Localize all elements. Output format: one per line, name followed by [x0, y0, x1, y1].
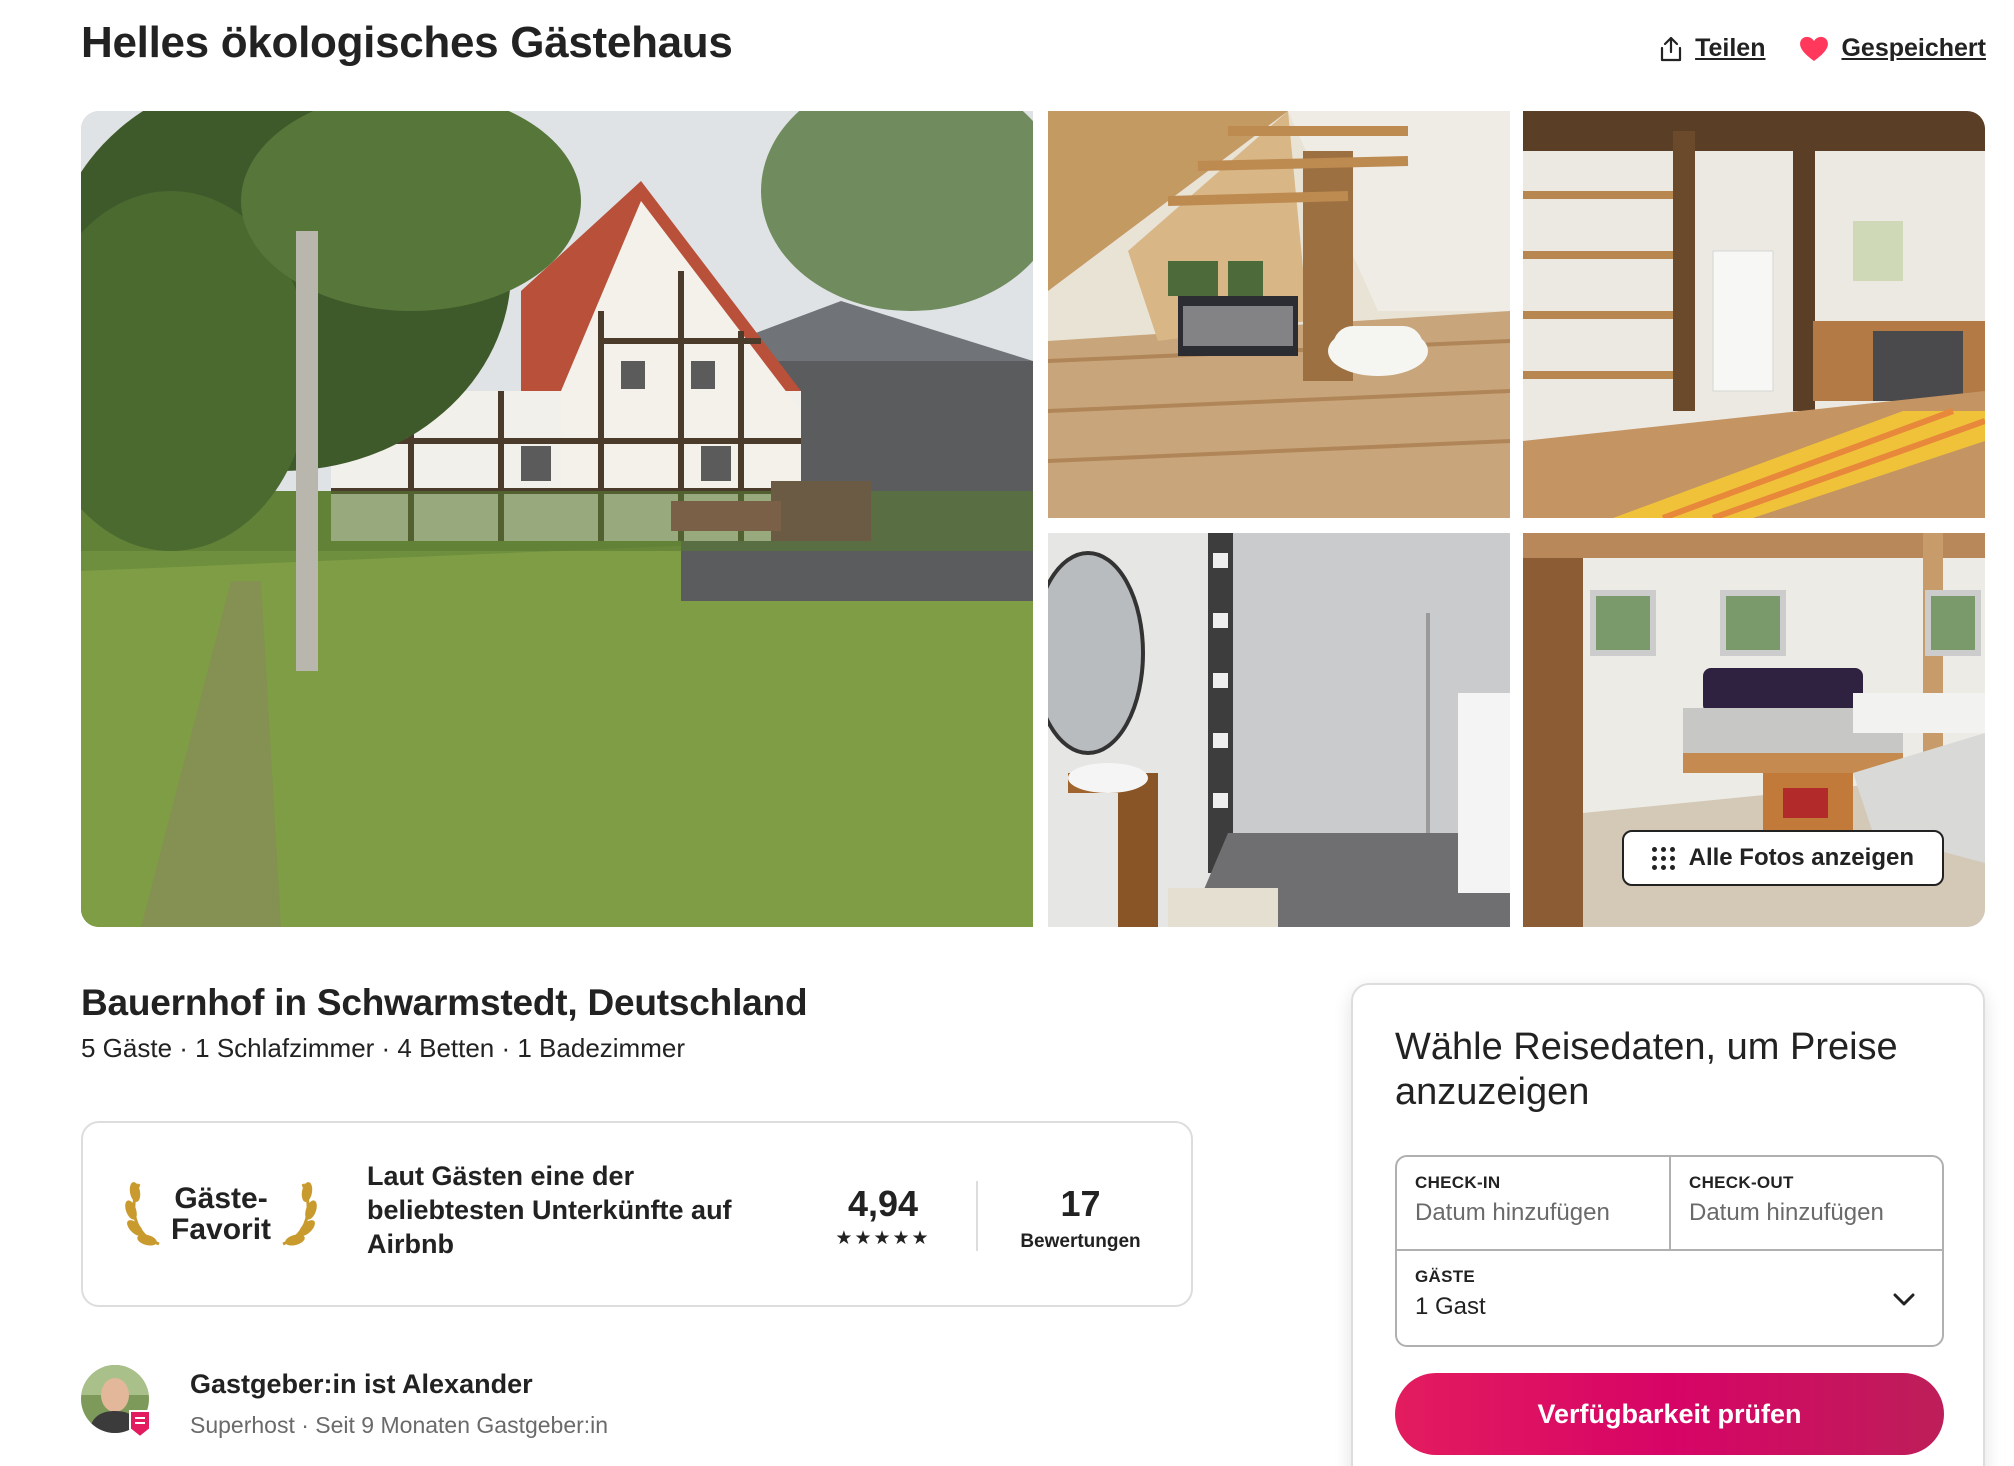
guests-label: GÄSTE [1415, 1267, 1476, 1286]
checkout-label: CHECK-OUT [1689, 1173, 1794, 1192]
guest-favorite-label: Gäste- Favorit [171, 1182, 272, 1246]
listing-title: Helles ökologisches Gästehaus [81, 18, 733, 67]
checkout-field[interactable]: CHECK-OUT Datum hinzufügen [1671, 1157, 1944, 1251]
host-avatar[interactable] [81, 1365, 151, 1439]
star-rating-icon: ★★★★★ [835, 1228, 931, 1249]
show-all-photos-label: Alle Fotos anzeigen [1688, 844, 1914, 871]
save-button[interactable]: Gespeichert [1799, 34, 1986, 63]
house-exterior-photo[interactable] [81, 111, 1033, 927]
kitchen-photo[interactable] [1523, 111, 1985, 518]
checkout-value: Datum hinzufügen [1689, 1199, 1884, 1226]
host-meta: Superhost · Seit 9 Monaten Gastgeber:in [190, 1412, 609, 1438]
heart-icon [1800, 36, 1829, 61]
chevron-down-icon [1893, 1293, 1915, 1306]
host-section: Gastgeber:in ist Alexander Superhost · S… [81, 1365, 608, 1439]
divider [976, 1181, 978, 1251]
review-label: Bewertungen [1020, 1231, 1141, 1252]
rating-value: 4,94 [847, 1183, 919, 1224]
grid-dots-icon [1651, 846, 1675, 870]
check-availability-button[interactable]: Verfügbarkeit prüfen [1395, 1373, 1944, 1455]
guest-favorite-description: Laut Gästen eine der beliebtesten Unterk… [367, 1161, 732, 1259]
show-all-photos-button[interactable]: Alle Fotos anzeigen [1621, 830, 1944, 886]
save-label: Gespeichert [1841, 34, 1986, 62]
checkin-value: Datum hinzufügen [1415, 1199, 1610, 1226]
host-name: Gastgeber:in ist Alexander [190, 1369, 533, 1399]
rating-block: 4,94 ★★★★★ [828, 1183, 938, 1250]
share-icon [1660, 36, 1682, 61]
superhost-badge-icon [129, 1410, 151, 1439]
bathroom-photo[interactable] [1048, 533, 1510, 927]
laurel-left-icon [125, 1182, 160, 1246]
booking-card: Wähle Reisedaten, um Preise anzuzeigen C… [1351, 983, 1985, 1466]
header-actions: Teilen Gespeichert [1659, 34, 1986, 63]
guests-value: 1 Gast [1415, 1293, 1486, 1320]
laurel-right-icon [282, 1182, 317, 1246]
booking-heading: Wähle Reisedaten, um Preise anzuzeigen [1395, 1026, 1898, 1113]
guests-select[interactable]: GÄSTE 1 Gast [1397, 1251, 1944, 1347]
checkin-field[interactable]: CHECK-IN Datum hinzufügen [1397, 1157, 1671, 1251]
share-button[interactable]: Teilen [1659, 34, 1765, 63]
guest-favorite-badge: Gäste- Favorit [123, 1178, 319, 1250]
attic-bedroom-photo[interactable] [1048, 111, 1510, 518]
review-count: 17 [1060, 1183, 1101, 1224]
listing-details: 5 Gäste · 1 Schlafzimmer · 4 Betten · 1 … [81, 1033, 685, 1063]
guest-favorite-card[interactable]: Gäste- Favorit Laut Gästen eine der beli… [81, 1121, 1193, 1307]
listing-subtitle: Bauernhof in Schwarmstedt, Deutschland [81, 982, 808, 1023]
share-label: Teilen [1695, 34, 1766, 62]
booking-form: CHECK-IN Datum hinzufügen CHECK-OUT Datu… [1395, 1155, 1944, 1347]
checkin-label: CHECK-IN [1415, 1173, 1501, 1192]
host-info: Gastgeber:in ist Alexander Superhost · S… [190, 1365, 608, 1439]
reviews-link[interactable]: 17 Bewertungen [993, 1183, 1168, 1253]
photo-gallery: Alle Fotos anzeigen [81, 111, 1985, 927]
